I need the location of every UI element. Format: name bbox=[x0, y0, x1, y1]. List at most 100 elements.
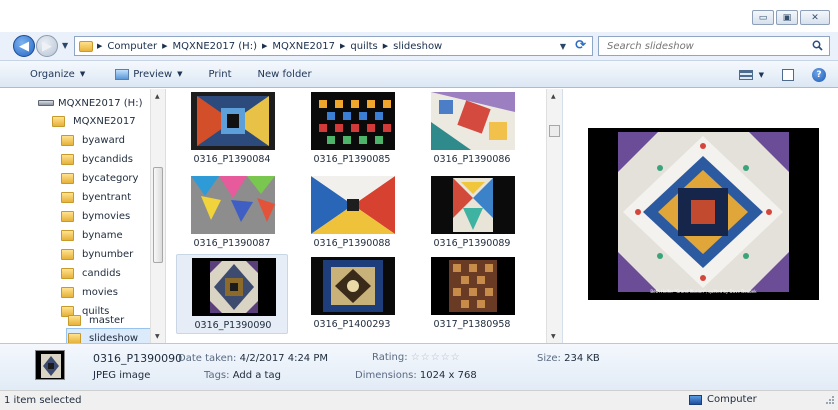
tree-item-label: bycategory bbox=[82, 172, 139, 184]
tree-item-byname[interactable]: byname bbox=[61, 225, 123, 245]
file-name: 0316_P1400293 bbox=[313, 319, 391, 330]
file-tile[interactable]: 0316_P1390089 bbox=[416, 173, 528, 253]
tree-item-master[interactable]: master bbox=[68, 310, 124, 330]
file-size-label: Size: bbox=[537, 353, 561, 364]
file-name: 0316_P1390090 bbox=[194, 320, 272, 331]
status-bar: 1 item selected Computer bbox=[0, 390, 838, 410]
file-tile[interactable]: 0316_P1390088 bbox=[296, 173, 408, 253]
scroll-up-icon[interactable]: ▲ bbox=[551, 93, 556, 100]
selected-file-type: JPEG image bbox=[93, 370, 151, 381]
scroll-up-icon[interactable]: ▲ bbox=[155, 93, 160, 100]
scroll-down-icon[interactable]: ▼ bbox=[155, 333, 160, 340]
image-thumbnail bbox=[311, 257, 395, 315]
folder-icon bbox=[61, 191, 74, 203]
preview-caption: Beth Helfer "Grand Illusion", quilted by… bbox=[650, 289, 757, 294]
file-tile[interactable]: 0316_P1390087 bbox=[176, 173, 288, 253]
file-name: 0316_P1390089 bbox=[433, 238, 511, 249]
tree-item-candids[interactable]: candids bbox=[61, 263, 121, 283]
folder-icon bbox=[61, 248, 74, 260]
tree-item-bycategory[interactable]: bycategory bbox=[61, 168, 138, 188]
help-icon[interactable]: ? bbox=[812, 68, 826, 82]
image-thumbnail bbox=[311, 176, 395, 234]
date-taken-value[interactable]: 4/2/2017 4:24 PM bbox=[240, 353, 328, 364]
file-name: 0316_P1390085 bbox=[313, 154, 391, 165]
tree-item-label: bynumber bbox=[82, 248, 134, 260]
tree-item-label: slideshow bbox=[89, 332, 139, 344]
tree-item-byaward[interactable]: byaward bbox=[61, 130, 125, 150]
search-icon[interactable] bbox=[812, 40, 823, 51]
navigation-scrollbar[interactable]: ▲ ▼ bbox=[150, 89, 165, 343]
file-list-scrollbar[interactable]: ▲ ▼ bbox=[546, 89, 562, 343]
breadcrumb-mqxne2017[interactable]: MQXNE2017 bbox=[272, 41, 335, 52]
tree-item-bymovies[interactable]: bymovies bbox=[61, 206, 130, 226]
scrollbar-thumb[interactable] bbox=[153, 167, 163, 263]
scroll-down-icon[interactable]: ▼ bbox=[551, 333, 556, 340]
tree-item-bycandids[interactable]: bycandids bbox=[61, 149, 133, 169]
tree-item-slideshow[interactable]: slideshow bbox=[66, 328, 152, 343]
image-thumbnail bbox=[191, 92, 275, 150]
recent-pages-chevron-icon[interactable]: ▼ bbox=[62, 41, 68, 50]
tree-item-label: bymovies bbox=[82, 210, 131, 222]
location-label: Computer bbox=[707, 394, 757, 405]
date-taken: Date taken: 4/2/2017 4:24 PM bbox=[178, 353, 328, 364]
back-arrow-icon: ◀ bbox=[19, 38, 29, 54]
tree-item-label: movies bbox=[82, 286, 118, 298]
tree-item-root[interactable]: MQXNE2017 bbox=[52, 111, 136, 131]
new-folder-button[interactable]: New folder bbox=[258, 69, 312, 80]
tags-value[interactable]: Add a tag bbox=[233, 370, 281, 381]
address-row: ◀ ▶ ▼ ▶ Computer ▶ MQXNE2017 (H:) ▶ MQXN… bbox=[0, 32, 838, 60]
breadcrumb-separator-icon[interactable]: ▶ bbox=[383, 42, 388, 50]
folder-icon bbox=[61, 134, 74, 146]
tree-item-drive[interactable]: MQXNE2017 (H:) bbox=[38, 93, 142, 113]
address-bar[interactable]: ▶ Computer ▶ MQXNE2017 (H:) ▶ MQXNE2017 … bbox=[74, 36, 593, 56]
minimize-button[interactable]: ▭ bbox=[752, 10, 774, 25]
preview-button[interactable]: Preview ▼ bbox=[115, 68, 183, 80]
search-input[interactable] bbox=[607, 40, 807, 52]
dimensions: Dimensions: 1024 x 768 bbox=[355, 370, 477, 381]
file-tile-selected[interactable]: 0316_P1390090 bbox=[176, 254, 288, 334]
preview-pane-toggle-icon[interactable] bbox=[782, 69, 794, 81]
file-tile[interactable]: 0316_P1400293 bbox=[296, 254, 408, 334]
rating-stars-icon[interactable]: ☆☆☆☆☆ bbox=[411, 352, 461, 363]
close-button[interactable]: ✕ bbox=[800, 10, 830, 25]
breadcrumb-separator-icon[interactable]: ▶ bbox=[262, 42, 267, 50]
refresh-icon[interactable]: ⟳ bbox=[575, 38, 586, 53]
address-dropdown-icon[interactable]: ▼ bbox=[560, 42, 566, 51]
drive-icon bbox=[38, 100, 54, 106]
scrollbar-thumb[interactable] bbox=[549, 125, 560, 137]
breadcrumb-computer[interactable]: Computer bbox=[107, 41, 157, 52]
forward-arrow-icon: ▶ bbox=[42, 38, 52, 54]
chevron-down-icon[interactable]: ▼ bbox=[759, 71, 764, 79]
breadcrumb-separator-icon[interactable]: ▶ bbox=[97, 42, 102, 50]
search-box[interactable] bbox=[598, 36, 830, 56]
resize-grip-icon[interactable] bbox=[825, 395, 835, 405]
file-name: 0316_P1390086 bbox=[433, 154, 511, 165]
file-tile[interactable]: 0316_P1390086 bbox=[416, 89, 528, 169]
change-view-icon[interactable] bbox=[738, 70, 753, 80]
tree-item-byentrant[interactable]: byentrant bbox=[61, 187, 131, 207]
breadcrumb-drive[interactable]: MQXNE2017 (H:) bbox=[173, 41, 257, 52]
breadcrumb-separator-icon[interactable]: ▶ bbox=[340, 42, 345, 50]
breadcrumb-slideshow[interactable]: slideshow bbox=[393, 41, 442, 52]
breadcrumb-quilts[interactable]: quilts bbox=[350, 41, 377, 52]
file-tile[interactable]: 0316_P1390085 bbox=[296, 89, 408, 169]
tree-item-movies[interactable]: movies bbox=[61, 282, 118, 302]
file-tile[interactable]: 0316_P1390084 bbox=[176, 89, 288, 169]
file-list-pane: 0316_P1390084 0316_P1390085 0316_P139008… bbox=[166, 89, 562, 343]
organize-button[interactable]: Organize ▼ bbox=[30, 69, 85, 80]
back-button[interactable]: ◀ bbox=[13, 35, 35, 57]
folder-icon bbox=[68, 314, 81, 326]
details-pane: 0316_P1390090 JPEG image Date taken: 4/2… bbox=[0, 343, 838, 390]
tree-item-label: master bbox=[89, 314, 125, 326]
forward-button[interactable]: ▶ bbox=[36, 35, 58, 57]
print-button[interactable]: Print bbox=[209, 69, 232, 80]
breadcrumb-separator-icon[interactable]: ▶ bbox=[162, 42, 167, 50]
tree-item-bynumber[interactable]: bynumber bbox=[61, 244, 133, 264]
maximize-button[interactable]: ▣ bbox=[776, 10, 798, 25]
window-controls: ▭ ▣ ✕ bbox=[750, 10, 830, 25]
preview-label: Preview bbox=[133, 68, 173, 80]
tags-label: Tags: bbox=[204, 370, 230, 381]
image-thumbnail bbox=[431, 176, 515, 234]
chevron-down-icon: ▼ bbox=[177, 70, 183, 78]
file-tile[interactable]: 0317_P1380958 bbox=[416, 254, 528, 334]
